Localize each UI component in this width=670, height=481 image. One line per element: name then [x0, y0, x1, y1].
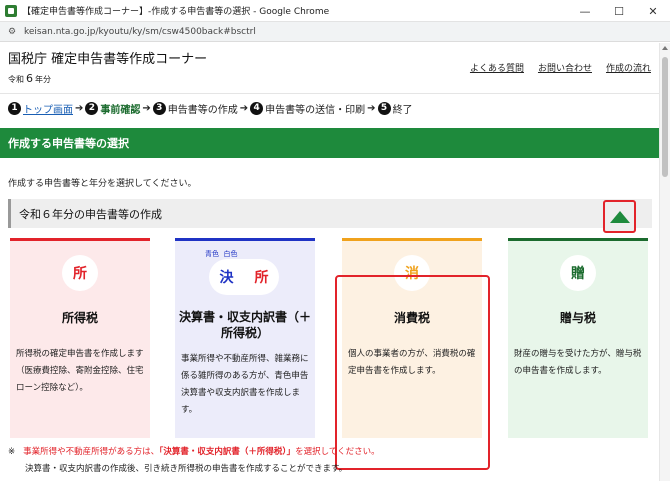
close-button[interactable]: ✕	[636, 0, 670, 22]
window-title: 【確定申告書等作成コーナー】-作成する申告書等の選択 - Google Chro…	[22, 7, 330, 17]
window-titlebar: 【確定申告書等作成コーナー】-作成する申告書等の選択 - Google Chro…	[0, 0, 670, 22]
income-kanji-icon: 所	[254, 270, 269, 286]
era-prefix: 令和	[8, 75, 24, 84]
note-mark: ※	[8, 447, 16, 457]
scroll-up-icon[interactable]	[662, 46, 668, 50]
blue-label: 青色	[205, 250, 219, 258]
era-suffix: 年分	[35, 75, 51, 84]
site-info-icon[interactable]: ⚙	[5, 25, 19, 39]
step-5-number: 5	[377, 101, 391, 115]
collapse-section-button[interactable]	[603, 200, 636, 233]
note-line-2: 決算書・収支内訳書の作成後、引き続き所得税の申告書を作成することができます。	[25, 464, 348, 474]
gift-tax-card[interactable]: 贈 贈与税 財産の贈与を受けた方が、贈与税の申告書を作成します。	[508, 238, 648, 438]
gift-tax-description: 財産の贈与を受けた方が、贈与税の申告書を作成します。	[514, 349, 642, 376]
settlement-kanji-icon: 決	[219, 270, 234, 286]
step-1-number: 1	[8, 101, 21, 115]
instruction-text: 作成する申告書等と年分を選択してください。	[8, 179, 197, 189]
settlement-title: 決算書・収支内訳書（＋所得税）	[178, 310, 311, 340]
gift-tax-icon: 贈	[560, 255, 596, 291]
section-title: 作成する申告書等の選択	[0, 128, 659, 158]
maximize-button[interactable]: ☐	[602, 0, 636, 22]
triangle-up-icon	[609, 210, 630, 223]
consumption-tax-card[interactable]: 消 消費税 個人の事業者の方が、消費税の確定申告書を作成します。	[342, 238, 482, 438]
note-text-before: 事業所得や不動産所得がある方は、	[23, 447, 160, 457]
site-title: 国税庁 確定申告書等作成コーナー	[8, 52, 208, 67]
step-arrow-icon: ➔	[75, 102, 84, 114]
step-3-number: 3	[152, 101, 166, 115]
step-arrow-icon: ➔	[142, 102, 151, 114]
income-tax-card[interactable]: 所 所得税 所得税の確定申告書を作成します（医療費控除、寄附金控除、住宅ローン控…	[10, 238, 150, 438]
settlement-statement-card[interactable]: 青色 白色 決 所 決算書・収支内訳書（＋所得税） 事業所得や不動産所得、雑業務…	[175, 238, 315, 438]
process-flow-link[interactable]: 作成の流れ	[606, 61, 651, 74]
settlement-color-labels: 青色 白色	[205, 249, 237, 259]
header-divider	[0, 93, 659, 94]
settlement-description: 事業所得や不動産所得、雑業務に係る雑所得のある方が、青色申告決算書や収支内訳書を…	[181, 354, 309, 415]
white-label: 白色	[223, 250, 238, 258]
url-text[interactable]: keisan.nta.go.jp/kyoutu/ky/sm/csw4500bac…	[24, 27, 256, 37]
step-2-current: 事前確認	[100, 104, 141, 116]
income-tax-description: 所得税の確定申告書を作成します（医療費控除、寄附金控除、住宅ローン控除など）。	[16, 349, 144, 393]
scroll-thumb[interactable]	[662, 57, 668, 177]
income-tax-title: 所得税	[61, 311, 98, 325]
site-header: 国税庁 確定申告書等作成コーナー 令和 6 年分 よくある質問 お問い合わせ 作成の…	[0, 43, 659, 93]
income-tax-icon: 所	[62, 255, 98, 291]
step-1-top-link[interactable]: トップ画面	[23, 101, 73, 116]
minimize-button[interactable]: —	[568, 0, 602, 22]
address-bar[interactable]: ⚙ keisan.nta.go.jp/kyoutu/ky/sm/csw4500b…	[0, 22, 670, 42]
consumption-tax-icon: 消	[394, 255, 430, 291]
gift-tax-title: 贈与税	[559, 311, 596, 325]
header-links: よくある質問 お問い合わせ 作成の流れ	[470, 61, 651, 74]
step-arrow-icon: ➔	[239, 102, 249, 114]
step-4-label: 申告書等の送信・印刷	[265, 104, 366, 116]
era-year: 6	[26, 72, 33, 85]
step-5-label: 終了	[392, 104, 413, 116]
note-text-after: を選択してください。	[295, 447, 380, 457]
note-emphasis: 「決算書・収支内訳書（＋所得税）」	[159, 447, 296, 457]
tax-year-label: 令和 6 年分	[8, 72, 51, 85]
step-2-number: 2	[85, 101, 99, 115]
window-controls: — ☐ ✕	[568, 0, 670, 22]
vertical-scrollbar[interactable]	[659, 43, 670, 481]
year-section-header: 令和６年分の申告書等の作成	[8, 199, 652, 228]
consumption-tax-description: 個人の事業者の方が、消費税の確定申告書を作成します。	[348, 349, 476, 376]
contact-link[interactable]: お問い合わせ	[538, 61, 592, 74]
consumption-tax-title: 消費税	[393, 311, 430, 325]
step-arrow-icon: ➔	[367, 102, 376, 114]
page-content: 国税庁 確定申告書等作成コーナー 令和 6 年分 よくある質問 お問い合わせ 作成の…	[0, 43, 659, 481]
step-3-label: 申告書等の作成	[167, 104, 238, 116]
settlement-icon: 決 所	[209, 259, 279, 295]
step-indicator: 1 トップ画面 ➔ 2 事前確認 ➔ 3 申告書等の作成 ➔ 4 申告書等の送信…	[8, 100, 413, 116]
app-favicon-icon	[5, 4, 17, 17]
step-4-number: 4	[250, 101, 264, 115]
faq-link[interactable]: よくある質問	[470, 61, 524, 74]
note-line-1: ※ 事業所得や不動産所得がある方は、「決算書・収支内訳書（＋所得税）」を選択してく…	[8, 445, 380, 457]
